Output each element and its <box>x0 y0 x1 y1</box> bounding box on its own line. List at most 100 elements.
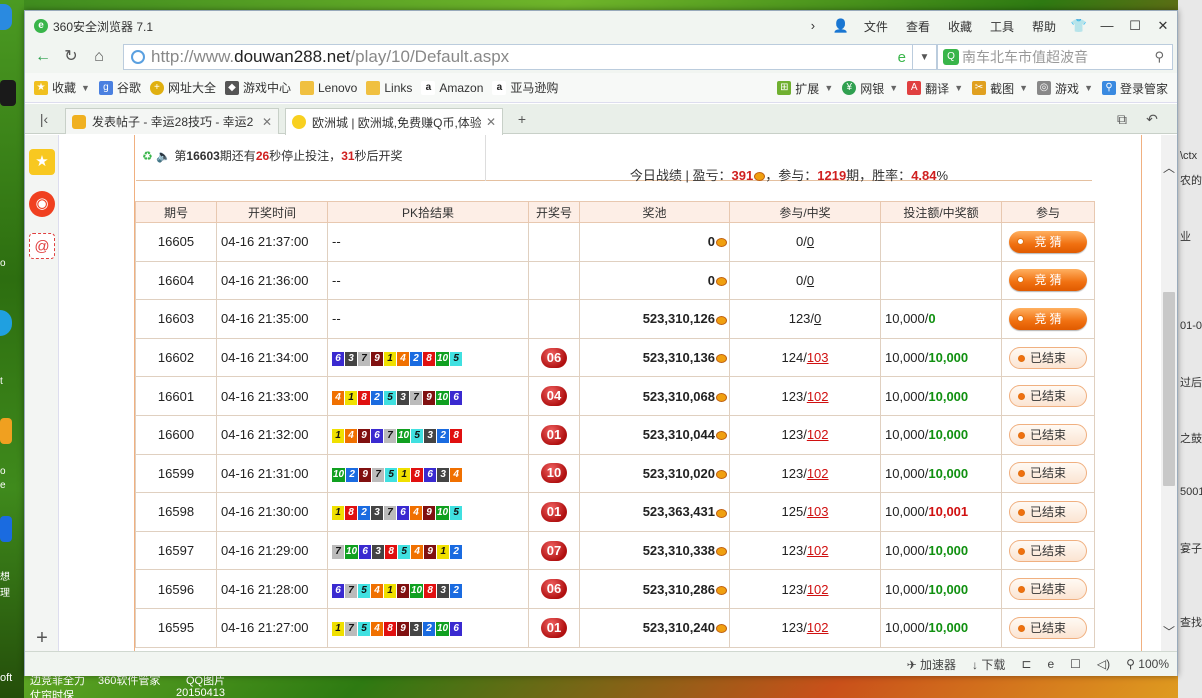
translate-button[interactable]: A 翻译 ▼ <box>907 80 963 97</box>
win-count-link[interactable]: 103 <box>807 350 829 365</box>
desktop-app-icon[interactable] <box>0 418 12 444</box>
undo-close-icon[interactable]: ↶ <box>1137 104 1167 134</box>
desktop-app-icon[interactable] <box>0 516 12 542</box>
ended-button[interactable]: 已结束 <box>1009 578 1087 601</box>
url-field[interactable]: http://www. douwan288.net/play/10/Default… <box>123 44 913 70</box>
close-tab-icon[interactable]: ✕ <box>486 115 496 129</box>
scrollbar-thumb[interactable] <box>1163 292 1175 486</box>
desktop-app-icon[interactable] <box>0 4 12 30</box>
ended-button[interactable]: 已结束 <box>1009 500 1087 523</box>
new-tab-icon[interactable]: + <box>507 104 537 134</box>
fav-label: Amazon <box>439 80 484 95</box>
minimize-icon[interactable]: — <box>1093 12 1121 40</box>
menu-view[interactable]: 查看 <box>906 18 930 35</box>
desktop-app-icon[interactable] <box>0 310 12 336</box>
tab-scroll-left-icon[interactable]: |‹ <box>29 104 59 134</box>
search-box[interactable]: Q 南车北车市值超波音 ⚲ <box>937 44 1173 70</box>
ended-button[interactable]: 已结束 <box>1009 616 1087 639</box>
win-count-link[interactable]: 102 <box>807 543 829 558</box>
back-arrow-icon[interactable]: ← <box>29 44 57 70</box>
login-manager-button[interactable]: ⚲ 登录管家 <box>1101 80 1168 97</box>
win-count-link[interactable]: 102 <box>807 582 829 597</box>
favorites-star-icon[interactable]: ★ <box>29 149 55 175</box>
tab-europe-city[interactable]: 欧洲城 | 欧洲城,免费赚Q币,体验 ✕ <box>285 108 503 135</box>
bank-button[interactable]: ¥ 网银 ▼ <box>842 80 898 97</box>
vertical-scrollbar[interactable]: ︿ ﹀ <box>1161 135 1177 651</box>
ext-button[interactable]: ⊞ 扩展 ▼ <box>777 80 833 97</box>
menu-file[interactable]: 文件 <box>864 18 888 35</box>
win-count-link[interactable]: 102 <box>807 389 829 404</box>
screenshot-button[interactable]: ✂ 截图 ▼ <box>972 80 1028 97</box>
menu-favorites[interactable]: 收藏 <box>948 18 972 35</box>
ended-button[interactable]: 已结束 <box>1009 462 1087 485</box>
action-cell: 已结束 <box>1001 337 1095 378</box>
win-count-link[interactable]: 102 <box>807 427 829 442</box>
fav-item-links[interactable]: Links <box>366 80 412 95</box>
restore-tabs-icon[interactable]: ⧉ <box>1107 104 1137 134</box>
search-icon[interactable]: ⚲ <box>1154 49 1164 65</box>
fav-item-favorites[interactable]: ★ 收藏 ▼ <box>34 79 90 96</box>
game-button[interactable]: ◎ 游戏 ▼ <box>1037 80 1093 97</box>
result-ball: 8 <box>424 583 437 598</box>
search-input[interactable]: 南车北车市值超波音 <box>962 47 1088 67</box>
fav-item-amazon-cn[interactable]: a 亚马逊购 <box>492 79 558 96</box>
ended-button[interactable]: 已结束 <box>1009 539 1087 562</box>
tab-forum-post[interactable]: 发表帖子 - 幸运28技巧 - 幸运2 ✕ <box>65 108 279 134</box>
download-button[interactable]: ↓ 下载 <box>972 656 1005 673</box>
maximize-icon[interactable]: ☐ <box>1121 12 1149 40</box>
fav-item-site-directory[interactable]: + 网址大全 <box>149 79 216 96</box>
ended-button[interactable]: 已结束 <box>1009 346 1087 369</box>
zoom-control[interactable]: ⚲ 100% <box>1126 657 1169 671</box>
time-cell: 04-16 21:35:00 <box>216 299 328 339</box>
search-engine-icon[interactable]: Q <box>943 49 959 65</box>
mail-icon[interactable]: @ <box>29 233 55 259</box>
speaker-icon[interactable]: 🔈 <box>156 149 171 163</box>
win-count-link[interactable]: 102 <box>807 620 829 635</box>
url-dropdown-icon[interactable]: ▼ <box>913 44 937 70</box>
close-tab-icon[interactable]: ✕ <box>262 115 272 129</box>
result-ball: 8 <box>450 429 463 444</box>
accelerator-button[interactable]: ✈ 加速器 <box>907 656 956 673</box>
globe-icon <box>131 50 145 64</box>
refresh-icon[interactable]: ♻ <box>142 149 153 163</box>
guess-button[interactable]: 竞 猜 <box>1009 307 1087 330</box>
ie-mode-icon[interactable]: e <box>898 49 906 66</box>
page-content: ♻ 🔈 第16603期还有26秒停止投注，31秒后开奖 今日战绩 | 盈亏：39… <box>60 135 1161 651</box>
menu-help[interactable]: 帮助 <box>1032 18 1056 35</box>
join-count: 0 <box>795 234 804 250</box>
desktop-app-icon[interactable] <box>0 80 16 106</box>
ended-button[interactable]: 已结束 <box>1009 423 1087 446</box>
refresh-icon[interactable]: ↻ <box>57 44 85 70</box>
fav-item-game-center[interactable]: ◆ 游戏中心 <box>224 79 291 96</box>
volume-icon[interactable]: ◁) <box>1097 657 1110 671</box>
skin-icon[interactable]: 👕 <box>1065 12 1093 40</box>
win-count-link[interactable]: 0 <box>814 311 821 326</box>
chevron-right-icon[interactable]: › <box>799 12 827 40</box>
fav-item-amazon[interactable]: a Amazon <box>421 80 484 95</box>
fav-item-lenovo[interactable]: Lenovo <box>299 80 357 95</box>
win-count-link[interactable]: 0 <box>807 273 814 288</box>
coin-icon <box>716 624 727 634</box>
user-icon[interactable]: 👤 <box>827 12 855 40</box>
result-ball: 10 <box>397 429 411 444</box>
ended-button[interactable]: 已结束 <box>1009 385 1087 408</box>
weibo-icon[interactable]: ◉ <box>29 191 55 217</box>
win-count-link[interactable]: 0 <box>807 234 814 249</box>
win-count-link[interactable]: 103 <box>807 504 829 519</box>
close-icon[interactable]: ✕ <box>1149 12 1177 40</box>
result-ball: 1 <box>398 467 411 482</box>
scroll-up-icon[interactable]: ︿ <box>1161 159 1177 176</box>
guess-button[interactable]: 竞 猜 <box>1009 230 1087 253</box>
guess-button[interactable]: 竞 猜 <box>1009 269 1087 292</box>
win-count-link[interactable]: 102 <box>807 466 829 481</box>
home-icon[interactable]: ⌂ <box>85 44 113 70</box>
add-sidebar-icon[interactable]: + <box>29 625 55 651</box>
taskbar-label[interactable]: oft <box>0 672 12 684</box>
ie-icon[interactable]: e <box>1047 657 1054 671</box>
bullet-icon <box>1018 624 1025 632</box>
fav-item-google[interactable]: g 谷歌 <box>98 79 141 96</box>
scroll-down-icon[interactable]: ﹀ <box>1161 623 1177 640</box>
layout-icon[interactable]: ⊏ <box>1021 657 1031 671</box>
window-icon[interactable]: ☐ <box>1070 657 1081 671</box>
menu-tools[interactable]: 工具 <box>990 18 1014 35</box>
